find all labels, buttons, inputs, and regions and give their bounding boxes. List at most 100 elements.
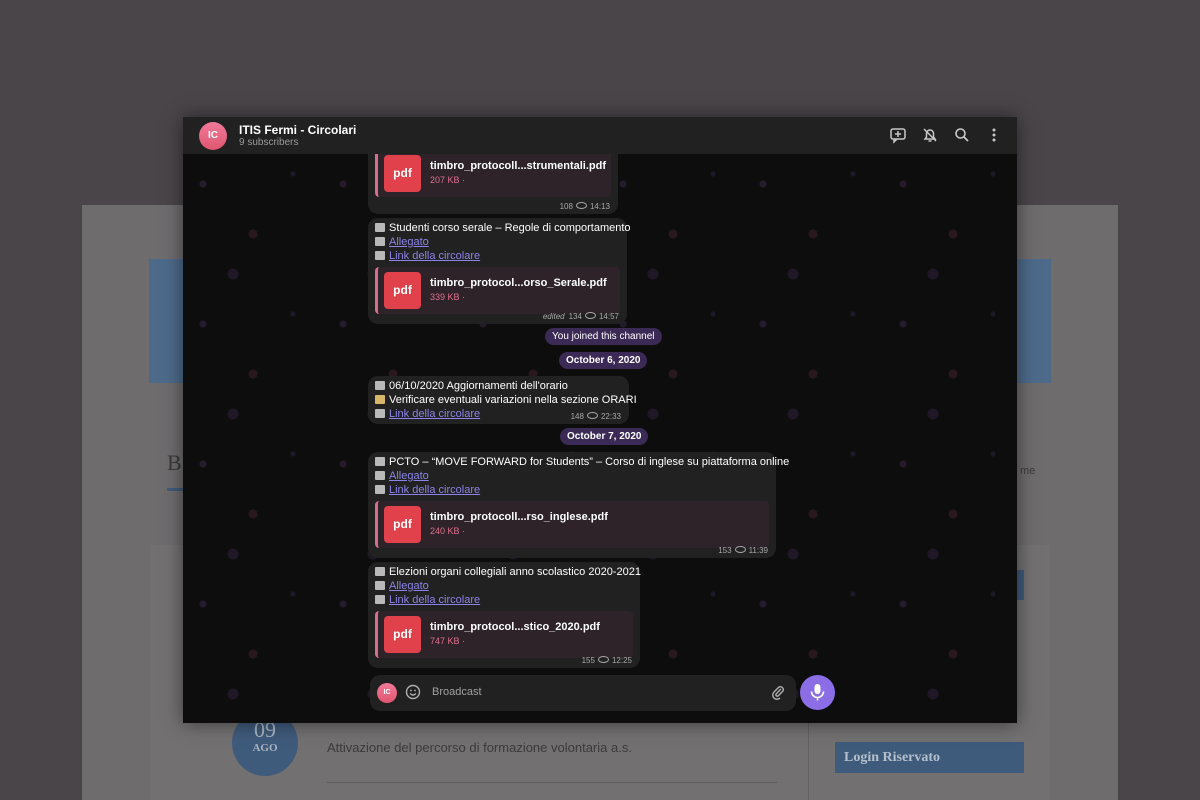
- message-title-line: Studenti corso serale – Regole di compor…: [375, 222, 631, 234]
- message-list[interactable]: pdf timbro_protocoll...strumentali.pdf 2…: [183, 154, 1017, 723]
- message-title: 06/10/2020 Aggiornamenti dell'orario: [389, 380, 568, 392]
- file-attachment[interactable]: pdf timbro_protocol...stico_2020.pdf 747…: [375, 611, 633, 658]
- background-news-text: Attivazione del percorso di formazione v…: [327, 740, 632, 755]
- chat-header: IC ITIS Fermi - Circolari 9 subscribers: [183, 117, 1017, 154]
- message-title-line: Elezioni organi collegiali anno scolasti…: [375, 566, 641, 578]
- file-size: 240 KB ·: [430, 526, 466, 536]
- clipboard-icon: [375, 471, 385, 480]
- background-hr: [327, 782, 777, 783]
- view-count: 153: [718, 546, 732, 555]
- view-count: 155: [581, 656, 595, 665]
- note-line: Verificare eventuali variazioni nella se…: [375, 394, 637, 406]
- link-icon: [375, 595, 385, 604]
- message-bubble[interactable]: Elezioni organi collegiali anno scolasti…: [368, 562, 641, 668]
- message-time: 14:57: [598, 312, 619, 321]
- emoji-icon[interactable]: [405, 684, 421, 700]
- file-attachment[interactable]: pdf timbro_protocoll...strumentali.pdf 2…: [375, 154, 611, 197]
- message-title: Studenti corso serale – Regole di compor…: [389, 222, 631, 234]
- attachment-line: Allegato: [375, 580, 429, 592]
- more-icon[interactable]: [985, 126, 1003, 144]
- circular-line: Link della circolare: [375, 594, 480, 606]
- file-size: 747 KB ·: [430, 636, 466, 646]
- mute-bell-icon[interactable]: [921, 126, 939, 144]
- newspaper-icon: [375, 223, 385, 232]
- circular-line: Link della circolare: [375, 250, 480, 262]
- file-size: 339 KB ·: [430, 292, 466, 302]
- microphone-button[interactable]: [800, 675, 835, 710]
- file-name: timbro_protocol...orso_Serale.pdf: [430, 277, 607, 289]
- message-meta: 155 12:25: [582, 656, 632, 665]
- background-heading: B: [167, 450, 182, 475]
- message-bubble[interactable]: pdf timbro_protocoll...strumentali.pdf 2…: [368, 154, 618, 214]
- background-text-fragment: me: [1020, 465, 1036, 477]
- message-input[interactable]: Broadcast: [432, 686, 482, 698]
- view-count: 148: [570, 412, 584, 421]
- link-icon: [375, 409, 385, 418]
- channel-subtitle: 9 subscribers: [239, 137, 299, 148]
- file-name: timbro_protocoll...strumentali.pdf: [430, 160, 607, 172]
- clipboard-icon: [375, 237, 385, 246]
- message-time: 14:13: [589, 202, 610, 211]
- file-attachment[interactable]: pdf timbro_protocoll...rso_inglese.pdf 2…: [375, 501, 769, 548]
- circular-link[interactable]: Link della circolare: [389, 594, 480, 606]
- view-count: 108: [559, 202, 573, 211]
- file-attachment[interactable]: pdf timbro_protocol...orso_Serale.pdf 33…: [375, 267, 620, 314]
- message-title-line: 06/10/2020 Aggiornamenti dell'orario: [375, 380, 568, 392]
- circular-link[interactable]: Link della circolare: [389, 484, 480, 496]
- login-button[interactable]: Login Riservato: [835, 742, 1024, 773]
- message-note: Verificare eventuali variazioni nella se…: [389, 394, 637, 406]
- message-time: 12:25: [611, 656, 632, 665]
- channel-avatar[interactable]: IC: [199, 122, 227, 150]
- attachment-link[interactable]: Allegato: [389, 580, 429, 592]
- date-separator: October 7, 2020: [560, 428, 649, 445]
- pdf-icon: pdf: [384, 155, 421, 192]
- file-size: 207 KB ·: [430, 175, 466, 185]
- search-icon[interactable]: [953, 126, 971, 144]
- discussion-icon[interactable]: [889, 126, 907, 144]
- eye-icon: [597, 656, 609, 663]
- message-meta: 108 14:13: [560, 202, 610, 211]
- attachment-link[interactable]: Allegato: [389, 236, 429, 248]
- file-name: timbro_protocol...stico_2020.pdf: [430, 621, 600, 633]
- circular-link[interactable]: Link della circolare: [389, 250, 480, 262]
- link-icon: [375, 251, 385, 260]
- date-separator: October 6, 2020: [559, 352, 648, 369]
- ticket-icon: [375, 395, 385, 404]
- view-count: 134: [568, 312, 582, 321]
- eye-icon: [734, 546, 746, 553]
- file-name: timbro_protocoll...rso_inglese.pdf: [430, 511, 608, 523]
- pdf-icon: pdf: [384, 506, 421, 543]
- circular-line: Link della circolare: [375, 484, 480, 496]
- newspaper-icon: [375, 567, 385, 576]
- channel-title[interactable]: ITIS Fermi - Circolari: [239, 123, 356, 137]
- attachment-line: Allegato: [375, 470, 429, 482]
- message-bubble[interactable]: Studenti corso serale – Regole di compor…: [368, 218, 631, 324]
- eye-icon: [575, 202, 587, 209]
- clipboard-icon: [375, 581, 385, 590]
- newspaper-icon: [375, 457, 385, 466]
- message-time: 22:33: [600, 412, 621, 421]
- circular-line: Link della circolare: [375, 408, 480, 420]
- message-title: Elezioni organi collegiali anno scolasti…: [389, 566, 641, 578]
- background-button: [1016, 570, 1024, 600]
- paperclip-icon[interactable]: [770, 684, 786, 700]
- message-title-line: PCTO – “MOVE FORWARD for Students” – Cor…: [375, 456, 789, 468]
- edited-label: edited: [542, 312, 565, 321]
- service-message-joined: You joined this channel: [545, 328, 662, 345]
- message-title: PCTO – “MOVE FORWARD for Students” – Cor…: [389, 456, 790, 468]
- eye-icon: [584, 312, 596, 319]
- message-meta: 153 11:39: [718, 546, 768, 555]
- pdf-icon: pdf: [384, 272, 421, 309]
- message-bubble[interactable]: 06/10/2020 Aggiornamenti dell'orario Ver…: [368, 376, 637, 424]
- message-time: 11:39: [748, 546, 768, 555]
- message-composer[interactable]: IC Broadcast: [370, 675, 796, 711]
- date-month: AGO: [252, 742, 278, 754]
- pdf-icon: pdf: [384, 616, 421, 653]
- message-bubble[interactable]: PCTO – “MOVE FORWARD for Students” – Cor…: [368, 452, 789, 558]
- microphone-icon: [810, 684, 825, 701]
- link-icon: [375, 485, 385, 494]
- attachment-link[interactable]: Allegato: [389, 470, 429, 482]
- message-meta: 148 22:33: [571, 412, 621, 421]
- send-as-avatar[interactable]: IC: [377, 683, 397, 703]
- circular-link[interactable]: Link della circolare: [389, 408, 480, 420]
